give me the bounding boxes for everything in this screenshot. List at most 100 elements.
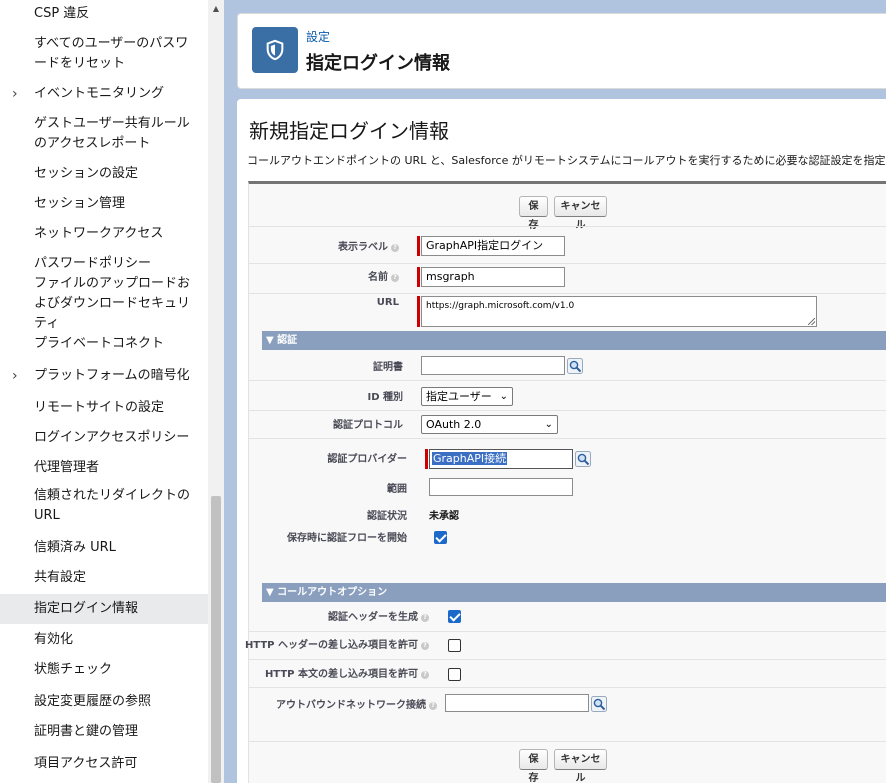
url-field-label: URL	[376, 297, 399, 308]
sidebar-item[interactable]: プライベートコネクト	[0, 330, 208, 358]
resize-grip-icon[interactable]	[808, 318, 815, 325]
sidebar-item[interactable]: ゲストユーザー共有ルールのアクセスレポート	[0, 112, 208, 156]
label-field-label-text: 表示ラベル	[338, 242, 388, 253]
save-button-top[interactable]: 保存	[519, 196, 548, 231]
name-field-label-text: 名前	[368, 272, 388, 283]
sidebar-item[interactable]: 証明書と鍵の管理	[0, 718, 208, 746]
help-icon[interactable]: ?	[421, 642, 429, 650]
setup-sidebar: CSP 違反すべてのユーザーのパスワードをリセット › イベントモニタリングゲストユ…	[0, 0, 224, 783]
sidebar-item-label: イベントモニタリング	[34, 86, 165, 101]
name-field-label: 名前?	[239, 268, 399, 283]
auth-section-header[interactable]: ▼ 認証	[262, 331, 886, 350]
scroll-up-arrow-icon[interactable]: ▲	[211, 4, 221, 14]
page-title: 新規指定ログイン情報	[249, 119, 449, 143]
sidebar-item-label: プラットフォームの暗号化	[34, 368, 190, 383]
http-header-merge-label: HTTP ヘッダーの差し込み項目を許可?	[232, 636, 429, 651]
app-root: CSP 違反すべてのユーザーのパスワードをリセット › イベントモニタリングゲストユ…	[0, 0, 886, 783]
required-marker	[417, 296, 420, 327]
callout-section-header[interactable]: ▼ コールアウトオプション	[262, 583, 886, 602]
sidebar-item-label: ネットワークアクセス	[34, 226, 164, 241]
cancel-button-bottom[interactable]: キャンセル	[554, 749, 607, 783]
gen-header-checkbox[interactable]	[448, 610, 461, 623]
sidebar-item[interactable]: 指定ログイン情報	[0, 594, 208, 624]
start-flow-checkbox[interactable]	[434, 531, 447, 544]
chevron-right-icon[interactable]: ›	[12, 369, 18, 383]
lookup-icon[interactable]	[591, 696, 607, 712]
sidebar-item[interactable]: ログインアクセスポリシー	[0, 424, 208, 452]
scope-field-label: 範囲	[387, 484, 407, 495]
shield-icon-svg	[266, 39, 284, 61]
id-type-value: 指定ユーザー	[426, 390, 492, 403]
main-area: 設定 指定ログイン情報 新規指定ログイン情報 コールアウトエンドポイントの UR…	[224, 0, 886, 783]
url-textarea[interactable]: https://graph.microsoft.com/v1.0	[421, 296, 817, 327]
sidebar-item-label: 代理管理者	[34, 460, 100, 475]
provider-field-label: 認証プロバイダー	[327, 454, 407, 465]
sidebar-item-label: 状態チェック	[34, 662, 113, 677]
help-icon[interactable]: ?	[421, 614, 429, 622]
divider	[249, 741, 886, 742]
auth-status-value: 未承認	[429, 511, 459, 522]
sidebar-item[interactable]: 有効化	[0, 626, 208, 654]
divider	[249, 410, 886, 411]
sidebar-item-label: ゲストユーザー共有ルールのアクセスレポート	[34, 116, 190, 151]
page-header: 設定 指定ログイン情報	[237, 13, 886, 89]
sidebar-item[interactable]: セッションの設定	[0, 160, 208, 188]
outbound-connection-input[interactable]	[445, 694, 589, 712]
sidebar-item-label: 項目アクセス許可	[34, 756, 138, 771]
lookup-icon[interactable]	[575, 451, 591, 467]
http-body-merge-checkbox[interactable]	[448, 668, 461, 681]
help-icon[interactable]: ?	[391, 244, 399, 252]
chevron-right-icon[interactable]: ›	[12, 87, 18, 101]
sidebar-item[interactable]: 共有設定	[0, 564, 208, 592]
id-type-select[interactable]: 指定ユーザー ⌄	[421, 387, 513, 406]
sidebar-item-label: パスワードポリシー	[34, 256, 152, 271]
sidebar-item[interactable]: 状態チェック	[0, 656, 208, 684]
save-button-bottom[interactable]: 保存	[519, 749, 548, 783]
lookup-icon[interactable]	[567, 358, 583, 374]
sidebar-item[interactable]: › イベントモニタリング	[0, 80, 208, 108]
divider	[249, 631, 886, 632]
sidebar-item[interactable]: 信頼済み URL	[0, 534, 208, 562]
sidebar-item[interactable]: ファイルのアップロードおよびダウンロードセキュリティ	[0, 276, 208, 331]
http-header-merge-checkbox[interactable]	[448, 639, 461, 652]
sidebar-item[interactable]: 信頼されたリダイレクトの URL	[0, 484, 208, 528]
sidebar-item[interactable]: 項目アクセス許可	[0, 750, 208, 778]
scope-input[interactable]	[429, 478, 573, 496]
sidebar-item-label: ログインアクセスポリシー	[34, 430, 190, 445]
required-marker	[417, 236, 420, 256]
divider	[249, 226, 886, 227]
protocol-value: OAuth 2.0	[426, 418, 482, 431]
help-icon[interactable]: ?	[429, 702, 437, 710]
id-type-field-label: ID 種別	[367, 392, 403, 403]
sidebar-item[interactable]: 設定変更履歴の参照	[0, 688, 208, 716]
sidebar-item-label: セッションの設定	[34, 166, 139, 181]
sidebar-item-label: 設定変更履歴の参照	[34, 694, 152, 709]
divider	[249, 380, 886, 381]
sidebar-scrollbar[interactable]: ▲	[208, 0, 224, 783]
name-input[interactable]: msgraph	[421, 267, 565, 287]
sidebar-item[interactable]: ネットワークアクセス	[0, 220, 208, 248]
sidebar-item[interactable]: 代理管理者	[0, 454, 208, 482]
scrollbar-thumb[interactable]	[211, 496, 221, 783]
gen-header-label: 認証ヘッダーを生成?	[269, 608, 429, 623]
sidebar-item-label: セッション管理	[34, 196, 126, 211]
gen-header-label-text: 認証ヘッダーを生成	[328, 612, 418, 623]
start-flow-label: 保存時に認証フローを開始	[287, 533, 407, 544]
sidebar-item-label: リモートサイトの設定	[34, 400, 165, 415]
sidebar-item[interactable]: すべてのユーザーのパスワードをリセット	[0, 32, 208, 76]
sidebar-item-label: CSP 違反	[34, 6, 90, 21]
help-icon[interactable]: ?	[421, 671, 429, 679]
cancel-button-top[interactable]: キャンセル	[554, 196, 607, 231]
outbound-connection-label: アウトバウンドネットワーク接続?	[241, 696, 437, 711]
sidebar-item[interactable]: CSP 違反	[0, 0, 208, 28]
protocol-select[interactable]: OAuth 2.0 ⌄	[421, 415, 558, 434]
sidebar-item-label: プライベートコネクト	[34, 336, 165, 351]
help-icon[interactable]: ?	[391, 274, 399, 282]
label-input[interactable]: GraphAPI指定ログイン	[421, 236, 565, 256]
sidebar-item[interactable]: リモートサイトの設定	[0, 394, 208, 422]
certificate-input[interactable]	[421, 356, 565, 375]
provider-input[interactable]: GraphAPI接続	[429, 449, 573, 469]
sidebar-item[interactable]: › プラットフォームの暗号化	[0, 362, 208, 390]
sidebar-item-label: 指定ログイン情報	[34, 601, 139, 616]
sidebar-item[interactable]: セッション管理	[0, 190, 208, 218]
